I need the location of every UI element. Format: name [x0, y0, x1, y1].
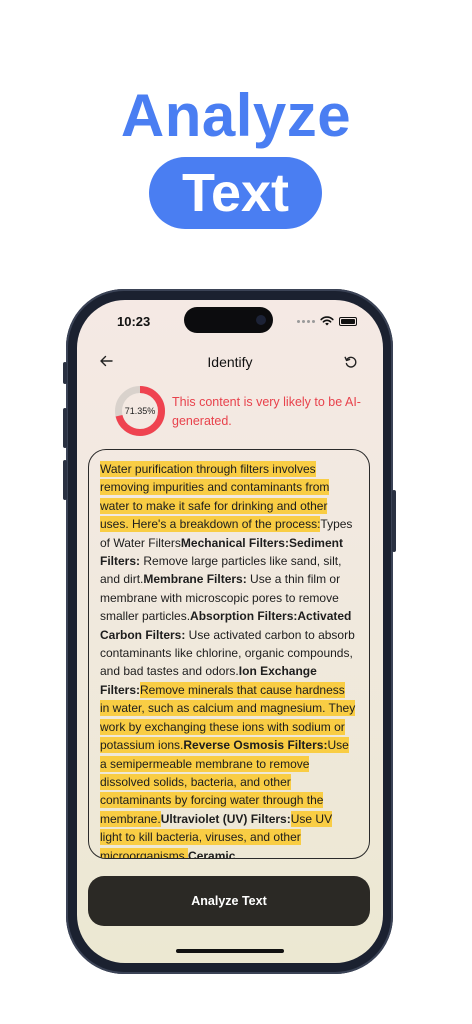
phone-silent-switch	[63, 362, 67, 384]
analyze-text-button-label: Analyze Text	[191, 894, 267, 908]
cellular-signal-icon	[297, 319, 315, 323]
phone-volume-up	[63, 408, 67, 448]
battery-icon	[339, 316, 357, 326]
phone-volume-down	[63, 460, 67, 500]
status-icons	[297, 316, 357, 326]
ai-highlighted-segment: Reverse Osmosis Filters:	[183, 737, 328, 754]
page-title: Identify	[207, 354, 253, 370]
hero-title: Analyze	[120, 82, 352, 149]
hero-pill-label: Text	[181, 163, 290, 223]
verdict-text: This content is very likely to be AI-gen…	[172, 395, 361, 428]
analyzed-text: Water purification through filters invol…	[100, 460, 357, 859]
wifi-icon	[320, 316, 334, 326]
text-segment: Ceramic	[188, 848, 236, 859]
dynamic-island	[184, 307, 273, 333]
analyzed-text-card: Water purification through filters invol…	[88, 449, 370, 859]
hero-pill: Text	[149, 157, 322, 229]
home-indicator	[176, 949, 284, 953]
ai-score-label: 71.35%	[124, 406, 156, 416]
status-time: 10:23	[117, 314, 151, 329]
ai-highlighted-segment: Water purification through filters invol…	[100, 461, 330, 533]
analyze-text-button[interactable]: Analyze Text	[88, 876, 370, 926]
phone-screen: 10:23 Identify 71.35% This content is ve…	[77, 300, 383, 963]
front-camera	[256, 315, 266, 325]
text-segment: Ultraviolet (UV) Filters:	[160, 811, 291, 826]
text-segment: Membrane Filters:	[143, 572, 247, 587]
refresh-icon[interactable]	[343, 354, 359, 370]
phone-power-button	[392, 490, 396, 552]
